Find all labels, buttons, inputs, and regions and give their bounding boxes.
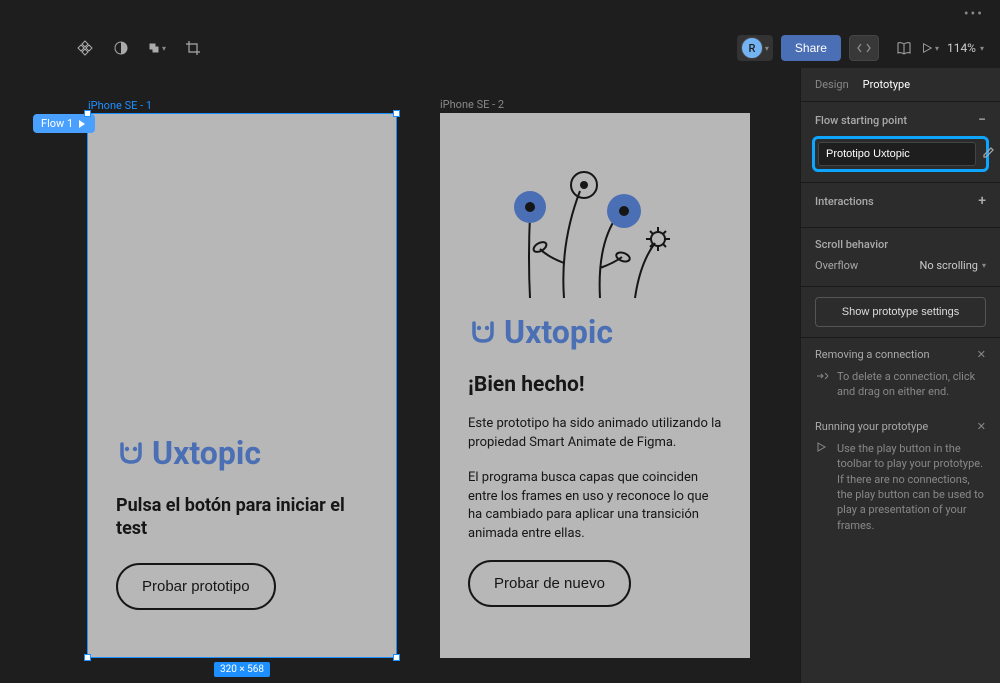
zoom-dropdown[interactable]: 114% ▾ xyxy=(947,41,984,55)
flow-section-label: Flow starting point xyxy=(815,114,907,127)
dev-mode-button[interactable] xyxy=(849,35,879,61)
frame-paragraph: El programa busca capas que coinciden en… xyxy=(468,469,722,544)
selection-handle[interactable] xyxy=(84,110,91,117)
remove-flow-icon[interactable]: − xyxy=(978,112,986,128)
library-icon[interactable] xyxy=(895,39,913,57)
edit-icon[interactable] xyxy=(982,146,995,162)
flow-name-input[interactable] xyxy=(818,142,976,166)
try-prototype-button[interactable]: Probar prototipo xyxy=(116,563,276,610)
toolbar: ▾ R ▾ Share ▾ 114% ▾ xyxy=(0,28,1000,68)
frame-heading: ¡Bien hecho! xyxy=(468,373,722,397)
delete-connection-icon xyxy=(815,369,829,400)
interactions-label: Interactions xyxy=(815,195,874,208)
overflow-label: Overflow xyxy=(815,259,858,272)
logo-text: Uxtopic xyxy=(504,313,613,351)
tip-body-text: Use the play button in the toolbar to pl… xyxy=(837,441,986,533)
zoom-value: 114% xyxy=(947,41,976,55)
show-prototype-settings-button[interactable]: Show prototype settings xyxy=(815,297,986,327)
flow-name-highlight xyxy=(812,136,989,172)
crop-icon[interactable] xyxy=(184,39,202,57)
uxtopic-logo: Uxtopic xyxy=(468,313,722,351)
tip-title: Running your prototype xyxy=(815,420,928,433)
selection-handle[interactable] xyxy=(84,654,91,661)
flow-badge-text: Flow 1 xyxy=(41,117,73,130)
play-icon[interactable]: ▾ xyxy=(921,39,939,57)
panel-tabs: Design Prototype xyxy=(801,68,1000,102)
overflow-value: No scrolling xyxy=(920,259,978,272)
selection-handle[interactable] xyxy=(393,654,400,661)
frame-iphone-se-1[interactable]: iPhone SE - 1 Flow 1 320 × 568 Uxtopic P… xyxy=(87,113,397,658)
logo-text: Uxtopic xyxy=(152,434,261,472)
avatar-dropdown[interactable]: R ▾ xyxy=(737,35,773,61)
share-button[interactable]: Share xyxy=(781,35,841,61)
boolean-icon[interactable]: ▾ xyxy=(148,39,166,57)
uxtopic-logo: Uxtopic xyxy=(116,434,368,472)
frame-paragraph: Este prototipo ha sido animado utilizand… xyxy=(468,415,722,453)
tab-design[interactable]: Design xyxy=(815,78,849,91)
try-again-button[interactable]: Probar de nuevo xyxy=(468,560,631,607)
menu-dots-icon[interactable]: ••• xyxy=(964,6,984,22)
frame-label[interactable]: iPhone SE - 2 xyxy=(440,98,504,111)
play-icon xyxy=(815,441,829,533)
tip-title: Removing a connection xyxy=(815,348,930,361)
selection-handle[interactable] xyxy=(393,110,400,117)
frame-label[interactable]: iPhone SE - 1 xyxy=(88,99,152,112)
dimensions-badge: 320 × 568 xyxy=(214,662,270,677)
inspector-panel: Design Prototype Flow starting point − I… xyxy=(800,68,1000,683)
tip-body-text: To delete a connection, click and drag o… xyxy=(837,369,986,400)
tab-prototype[interactable]: Prototype xyxy=(863,78,910,91)
close-icon[interactable]: ✕ xyxy=(977,420,986,433)
add-interaction-icon[interactable]: + xyxy=(978,193,986,209)
close-icon[interactable]: ✕ xyxy=(977,348,986,361)
overflow-dropdown[interactable]: No scrolling ▾ xyxy=(920,259,986,272)
component-icon[interactable] xyxy=(76,39,94,57)
mask-icon[interactable] xyxy=(112,39,130,57)
scroll-behavior-label: Scroll behavior xyxy=(815,238,888,251)
flowers-illustration xyxy=(500,163,690,303)
frame-iphone-se-2[interactable]: iPhone SE - 2 Uxtopic xyxy=(440,113,750,658)
frame-body-text: Pulsa el botón para iniciar el test xyxy=(116,494,368,541)
canvas[interactable]: iPhone SE - 1 Flow 1 320 × 568 Uxtopic P… xyxy=(0,72,800,683)
avatar: R xyxy=(741,37,763,59)
